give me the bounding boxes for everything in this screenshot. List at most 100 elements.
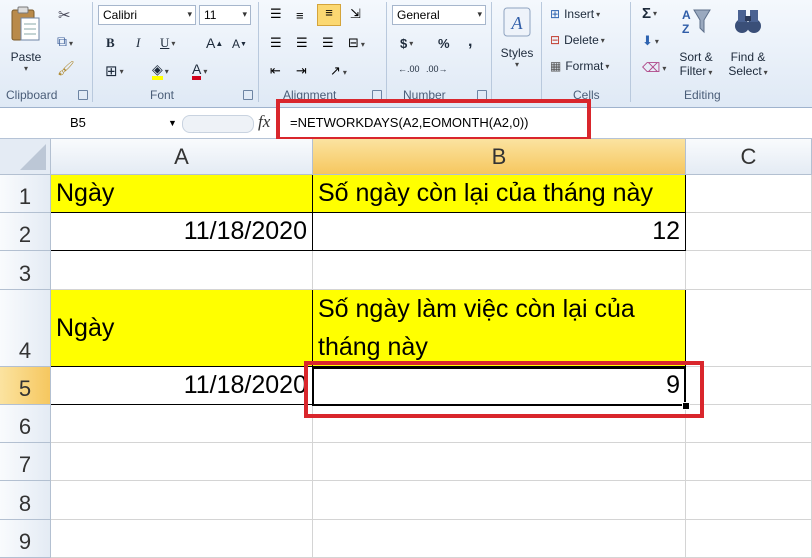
insert-cells-button[interactable]: ⊞ Insert ▾ [550, 7, 600, 21]
result-highlight-box [304, 361, 704, 418]
align-right-icon[interactable]: ☰ [322, 35, 334, 51]
formula-highlight-box [276, 99, 591, 141]
font-size-combo[interactable]: 11 ▾ [199, 5, 251, 25]
name-box[interactable]: B5 ▼ [4, 113, 177, 133]
cell-b4[interactable]: Số ngày làm việc còn lại của tháng này [313, 290, 686, 367]
currency-button[interactable]: $ ▾ [400, 36, 413, 51]
cell-c1[interactable] [686, 175, 812, 213]
italic-button[interactable]: I [136, 35, 140, 51]
cell-c8[interactable] [686, 481, 812, 520]
decrease-indent-icon[interactable]: ⇤ [270, 63, 281, 79]
fill-button[interactable]: ⬇ ▾ [642, 33, 659, 49]
cell-c5[interactable] [686, 367, 812, 405]
chevron-down-icon: ▼ [168, 118, 177, 128]
row-header-5[interactable]: 5 [0, 367, 51, 405]
align-top-icon[interactable]: ☰ [270, 6, 282, 22]
cell-b1[interactable]: Số ngày còn lại của tháng này [313, 175, 686, 213]
grow-font-button[interactable]: A ▲ [206, 35, 223, 51]
format-cells-button[interactable]: ▦ Format ▾ [550, 59, 609, 73]
insert-function-icon[interactable]: fx [258, 112, 270, 132]
cell-a3[interactable] [51, 251, 313, 290]
cell-a5[interactable]: 11/18/2020 [51, 367, 313, 405]
cell-c3[interactable] [686, 251, 812, 290]
fill-color-button[interactable]: ◈ ▾ [152, 62, 169, 80]
decrease-decimal-icon: → [438, 64, 448, 74]
select-all-button[interactable] [0, 139, 51, 175]
clipboard-group-label: Clipboard [6, 88, 58, 102]
fill-down-icon: ⬇ [642, 33, 653, 48]
increase-indent-icon[interactable]: ⇥ [296, 63, 307, 79]
align-center-icon[interactable]: ☰ [296, 35, 308, 51]
cell-a8[interactable] [51, 481, 313, 520]
cell-b2[interactable]: 12 [313, 213, 686, 251]
align-middle-icon[interactable]: ≡ [296, 8, 304, 23]
underline-button[interactable]: U ▾ [160, 35, 175, 51]
cell-a1[interactable]: Ngày [51, 175, 313, 213]
row-header-3[interactable]: 3 [0, 251, 51, 290]
chevron-down-icon: ▾ [242, 9, 247, 19]
merge-center-icon[interactable]: ⊟ ▾ [348, 35, 365, 51]
borders-icon: ⊞ [105, 63, 118, 80]
shrink-font-button[interactable]: A ▼ [232, 37, 247, 51]
paste-button[interactable]: Paste ▾ [6, 4, 46, 73]
formula-bar-splitter[interactable] [182, 115, 254, 133]
copy-icon[interactable]: ⧉ ▾ [57, 33, 73, 50]
cell-c7[interactable] [686, 443, 812, 481]
row-header-8[interactable]: 8 [0, 481, 51, 520]
borders-button[interactable]: ⊞ ▾ [105, 62, 124, 80]
find-select-button[interactable]: Find & Select ▾ [726, 6, 770, 78]
font-launcher-icon[interactable] [243, 90, 253, 100]
cell-c4[interactable] [686, 290, 812, 367]
align-bottom-icon[interactable]: ≡ [317, 4, 341, 26]
increase-decimal-button[interactable]: ← .00 [398, 64, 420, 74]
row-header-1[interactable]: 1 [0, 175, 51, 213]
row-header-7[interactable]: 7 [0, 443, 51, 481]
format-painter-icon[interactable]: 🖌 [57, 60, 75, 77]
spreadsheet-grid: A B C 1 2 3 4 5 6 7 8 9 Ngày Số ngày còn… [0, 139, 812, 558]
cell-a4[interactable]: Ngày [51, 290, 313, 367]
cut-icon[interactable]: ✂ [58, 6, 71, 24]
cell-a9[interactable] [51, 520, 313, 558]
cell-a7[interactable] [51, 443, 313, 481]
cell-c2[interactable] [686, 213, 812, 251]
cell-c9[interactable] [686, 520, 812, 558]
styles-icon: A [503, 7, 531, 37]
chevron-down-icon: ▾ [514, 60, 519, 69]
cell-b9[interactable] [313, 520, 686, 558]
bold-button[interactable]: B [106, 35, 115, 51]
align-left-icon[interactable]: ☰ [270, 35, 282, 51]
cell-b8[interactable] [313, 481, 686, 520]
percent-button[interactable]: % [438, 36, 450, 51]
cell-a2[interactable]: 11/18/2020 [51, 213, 313, 251]
cell-a6[interactable] [51, 405, 313, 443]
wrap-text-icon[interactable]: ⇲ [350, 6, 361, 22]
comma-button[interactable]: , [468, 33, 472, 51]
cell-c6[interactable] [686, 405, 812, 443]
sort-filter-button[interactable]: A Z Sort & Filter ▾ [676, 6, 716, 78]
font-name-combo[interactable]: Calibri ▾ [98, 5, 196, 25]
chevron-down-icon: ▾ [23, 64, 28, 73]
autosum-button[interactable]: Σ ▾ [642, 5, 657, 22]
font-color-button[interactable]: A ▾ [192, 62, 207, 80]
cell-b7[interactable] [313, 443, 686, 481]
row-header-2[interactable]: 2 [0, 213, 51, 251]
decrease-decimal-button[interactable]: .00 → [426, 64, 448, 74]
paste-icon [11, 6, 40, 41]
orientation-icon[interactable]: ↗ ▾ [330, 63, 347, 79]
binoculars-icon [735, 10, 761, 33]
eraser-icon: ⌫ [642, 60, 661, 75]
clipboard-launcher-icon[interactable] [78, 90, 88, 100]
row-header-4[interactable]: 4 [0, 290, 51, 367]
number-format-combo[interactable]: General ▾ [392, 5, 486, 25]
delete-cells-button[interactable]: ⊟ Delete ▾ [550, 33, 605, 47]
row-header-9[interactable]: 9 [0, 520, 51, 558]
svg-text:A: A [682, 8, 691, 22]
column-header-c[interactable]: C [686, 139, 812, 175]
cell-b3[interactable] [313, 251, 686, 290]
font-group-label: Font [150, 88, 175, 102]
row-header-6[interactable]: 6 [0, 405, 51, 443]
clear-button[interactable]: ⌫ ▾ [642, 60, 666, 76]
styles-button[interactable]: A Styles ▾ [497, 6, 537, 69]
column-header-b[interactable]: B [313, 139, 686, 175]
column-header-a[interactable]: A [51, 139, 313, 175]
